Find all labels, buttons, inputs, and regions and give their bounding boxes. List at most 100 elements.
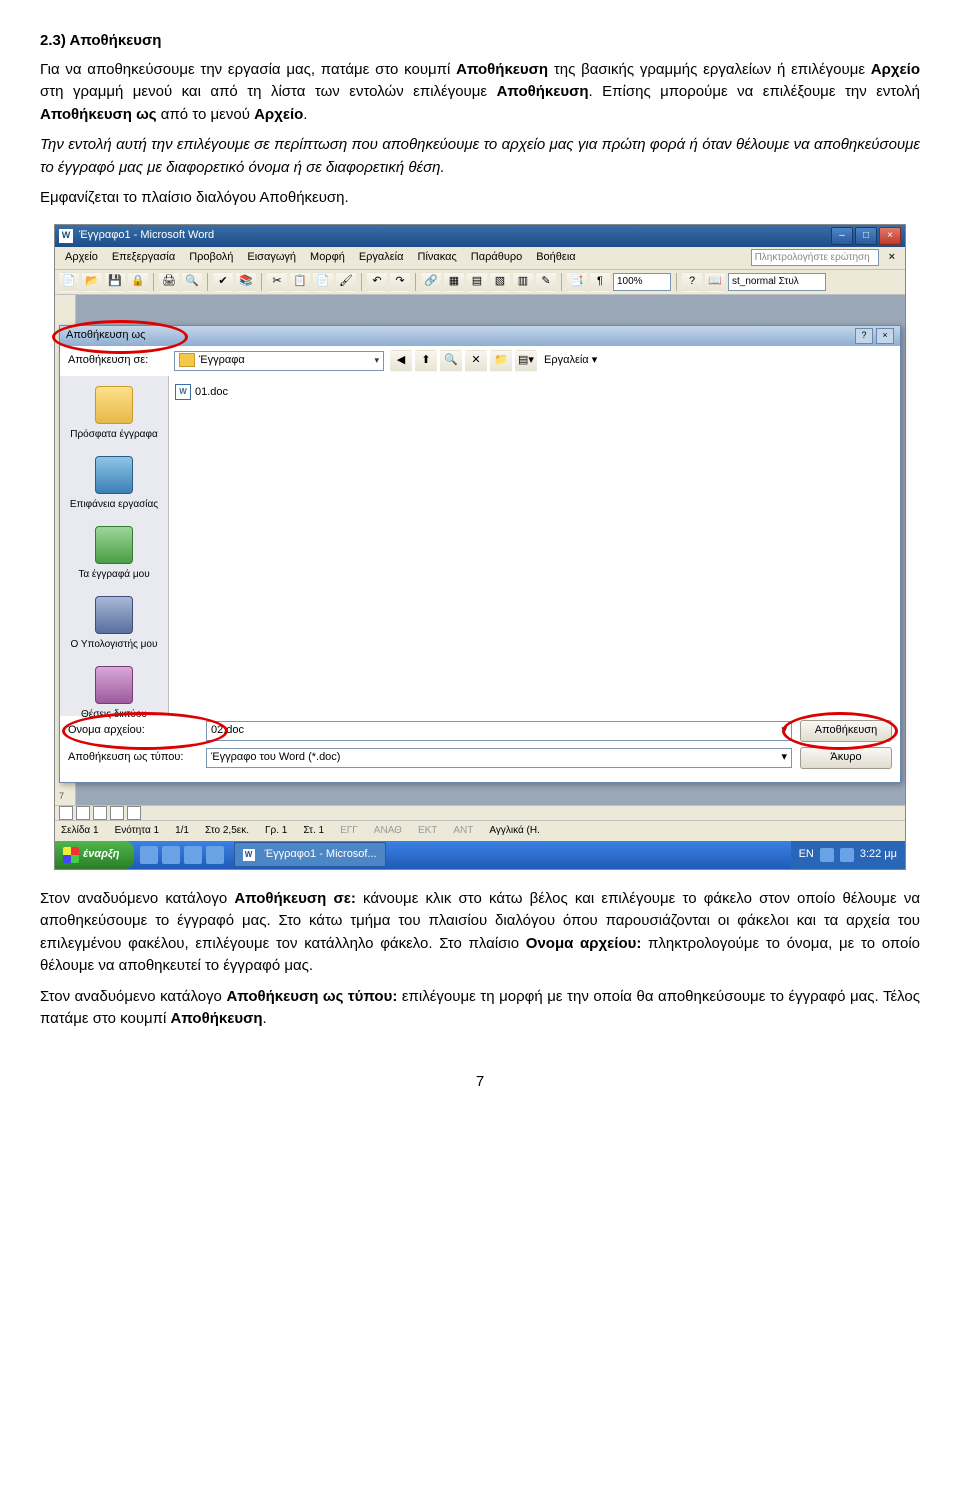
ask-question-box[interactable]: Πληκτρολογήστε ερώτηση — [751, 249, 879, 266]
save-button[interactable]: Αποθήκευση — [800, 720, 892, 742]
save-in-combo[interactable]: Έγγραφα ▾ — [174, 351, 384, 371]
places-bar: Πρόσφατα έγγραφα Επιφάνεια εργασίας Τα έ… — [60, 376, 169, 716]
document-area: 2 1 1 2 3 4 5 6 7 Αποθήκευση ως ? × — [55, 295, 905, 805]
ql-explorer-icon[interactable] — [206, 846, 224, 864]
menu-table[interactable]: Πίνακας — [412, 247, 463, 268]
doc-map-icon[interactable]: 📑 — [567, 272, 587, 292]
web-layout-view-icon[interactable] — [76, 806, 90, 820]
dialog-nav-toolbar: ◀ ⬆ 🔍 ✕ 📁 ▤▾ Εργαλεία ▾ — [390, 350, 601, 372]
paragraph-2: Εμφανίζεται το πλαίσιο διαλόγου Αποθήκευ… — [40, 187, 920, 210]
print-preview-icon[interactable]: 🔍 — [182, 272, 202, 292]
start-button[interactable]: έναρξη — [55, 841, 134, 869]
place-recent[interactable]: Πρόσφατα έγγραφα — [64, 382, 164, 446]
normal-view-icon[interactable] — [59, 806, 73, 820]
print-layout-view-icon[interactable] — [93, 806, 107, 820]
views-icon[interactable]: ▤▾ — [515, 350, 537, 372]
outline-view-icon[interactable] — [110, 806, 124, 820]
new-folder-icon[interactable]: 📁 — [490, 350, 512, 372]
filename-combo[interactable]: 02.doc ▾ — [206, 721, 792, 741]
format-painter-icon[interactable]: 🖌 — [336, 272, 356, 292]
tray-clock: 3:22 μμ — [860, 846, 897, 863]
research-icon[interactable]: 📚 — [236, 272, 256, 292]
drawing-icon[interactable]: ✎ — [536, 272, 556, 292]
ql-desktop-icon[interactable] — [162, 846, 180, 864]
filetype-combo[interactable]: Έγγραφο του Word (*.doc) ▾ — [206, 748, 792, 768]
xp-taskbar: έναρξη W Έγγραφο1 - Microsof... EN 3:22 … — [55, 841, 905, 869]
place-mydocs[interactable]: Τα έγγραφά μου — [64, 522, 164, 586]
zoom-combo[interactable]: 100% — [613, 273, 671, 291]
insert-table-icon[interactable]: ▤ — [467, 272, 487, 292]
dialog-close-button[interactable]: × — [876, 328, 894, 344]
menu-window[interactable]: Παράθυρο — [465, 247, 528, 268]
ql-ie-icon[interactable] — [140, 846, 158, 864]
reading-view-icon[interactable] — [127, 806, 141, 820]
file-row[interactable]: W 01.doc — [175, 382, 894, 403]
read-icon[interactable]: 📖 — [705, 272, 725, 292]
menu-tools[interactable]: Εργαλεία — [353, 247, 410, 268]
cancel-button[interactable]: Άκυρο — [800, 747, 892, 769]
word-app-icon: W — [243, 849, 255, 861]
menu-insert[interactable]: Εισαγωγή — [241, 247, 302, 268]
menu-format[interactable]: Μορφή — [304, 247, 351, 268]
tray-lang[interactable]: EN — [799, 846, 814, 863]
help-icon[interactable]: ? — [682, 272, 702, 292]
dialog-help-button[interactable]: ? — [855, 328, 873, 344]
print-icon[interactable]: 🖨 — [159, 272, 179, 292]
menu-view[interactable]: Προβολή — [183, 247, 239, 268]
paragraph-3: Στον αναδυόμενο κατάλογο Αποθήκευση σε: … — [40, 888, 920, 978]
back-icon[interactable]: ◀ — [390, 350, 412, 372]
recent-docs-icon — [95, 386, 133, 424]
style-combo[interactable]: st_normal Στυλ — [728, 273, 826, 291]
taskbar-word-button[interactable]: W Έγγραφο1 - Microsof... — [234, 842, 386, 867]
tools-menu[interactable]: Εργαλεία ▾ — [540, 350, 601, 371]
close-button[interactable]: × — [879, 227, 901, 245]
status-col: Στ. 1 — [303, 823, 324, 838]
search-web-icon[interactable]: 🔍 — [440, 350, 462, 372]
paste-icon[interactable]: 📄 — [313, 272, 333, 292]
status-pages: 1/1 — [175, 823, 189, 838]
menu-file[interactable]: Αρχείο — [59, 247, 104, 268]
quick-launch — [134, 846, 230, 864]
screenshot-word-save-as: W Έγγραφο1 - Microsoft Word – □ × Αρχείο… — [54, 224, 906, 870]
tray-volume-icon[interactable] — [820, 848, 834, 862]
open-icon[interactable]: 📂 — [82, 272, 102, 292]
place-mycomputer[interactable]: Ο Υπολογιστής μου — [64, 592, 164, 656]
menu-edit[interactable]: Επεξεργασία — [106, 247, 181, 268]
minimize-button[interactable]: – — [831, 227, 853, 245]
word-menubar: Αρχείο Επεξεργασία Προβολή Εισαγωγή Μορφ… — [55, 247, 905, 270]
status-ext: ΕΚΤ — [418, 823, 437, 838]
status-lang: Αγγλικά (Η. — [489, 823, 539, 838]
excel-icon[interactable]: ▧ — [490, 272, 510, 292]
word-doc-icon: W — [175, 384, 191, 400]
tables-borders-icon[interactable]: ▦ — [444, 272, 464, 292]
ql-media-icon[interactable] — [184, 846, 202, 864]
undo-icon[interactable]: ↶ — [367, 272, 387, 292]
windows-logo-icon — [63, 847, 79, 863]
spell-icon[interactable]: ✔ — [213, 272, 233, 292]
place-desktop[interactable]: Επιφάνεια εργασίας — [64, 452, 164, 516]
redo-icon[interactable]: ↷ — [390, 272, 410, 292]
cut-icon[interactable]: ✂ — [267, 272, 287, 292]
system-tray: EN 3:22 μμ — [791, 841, 905, 869]
place-network[interactable]: Θέσεις δικτύου — [64, 662, 164, 726]
tray-network-icon[interactable] — [840, 848, 854, 862]
filetype-label: Αποθήκευση ως τύπου: — [68, 749, 198, 766]
status-rec: ΕΓΓ — [340, 823, 358, 838]
new-doc-icon[interactable]: 📄 — [59, 272, 79, 292]
close-doc-button[interactable]: × — [883, 247, 901, 268]
columns-icon[interactable]: ▥ — [513, 272, 533, 292]
section-number: 2.3) — [40, 32, 66, 49]
maximize-button[interactable]: □ — [855, 227, 877, 245]
menu-help[interactable]: Βοήθεια — [530, 247, 581, 268]
permissions-icon[interactable]: 🔒 — [128, 272, 148, 292]
copy-icon[interactable]: 📋 — [290, 272, 310, 292]
word-titlebar: W Έγγραφο1 - Microsoft Word – □ × — [55, 225, 905, 247]
save-icon[interactable]: 💾 — [105, 272, 125, 292]
delete-icon[interactable]: ✕ — [465, 350, 487, 372]
hyperlink-icon[interactable]: 🔗 — [421, 272, 441, 292]
dialog-body: Πρόσφατα έγγραφα Επιφάνεια εργασίας Τα έ… — [60, 376, 900, 716]
chevron-down-icon: ▾ — [781, 749, 787, 766]
show-hide-icon[interactable]: ¶ — [590, 272, 610, 292]
file-list-area[interactable]: W 01.doc — [169, 376, 900, 716]
up-folder-icon[interactable]: ⬆ — [415, 350, 437, 372]
